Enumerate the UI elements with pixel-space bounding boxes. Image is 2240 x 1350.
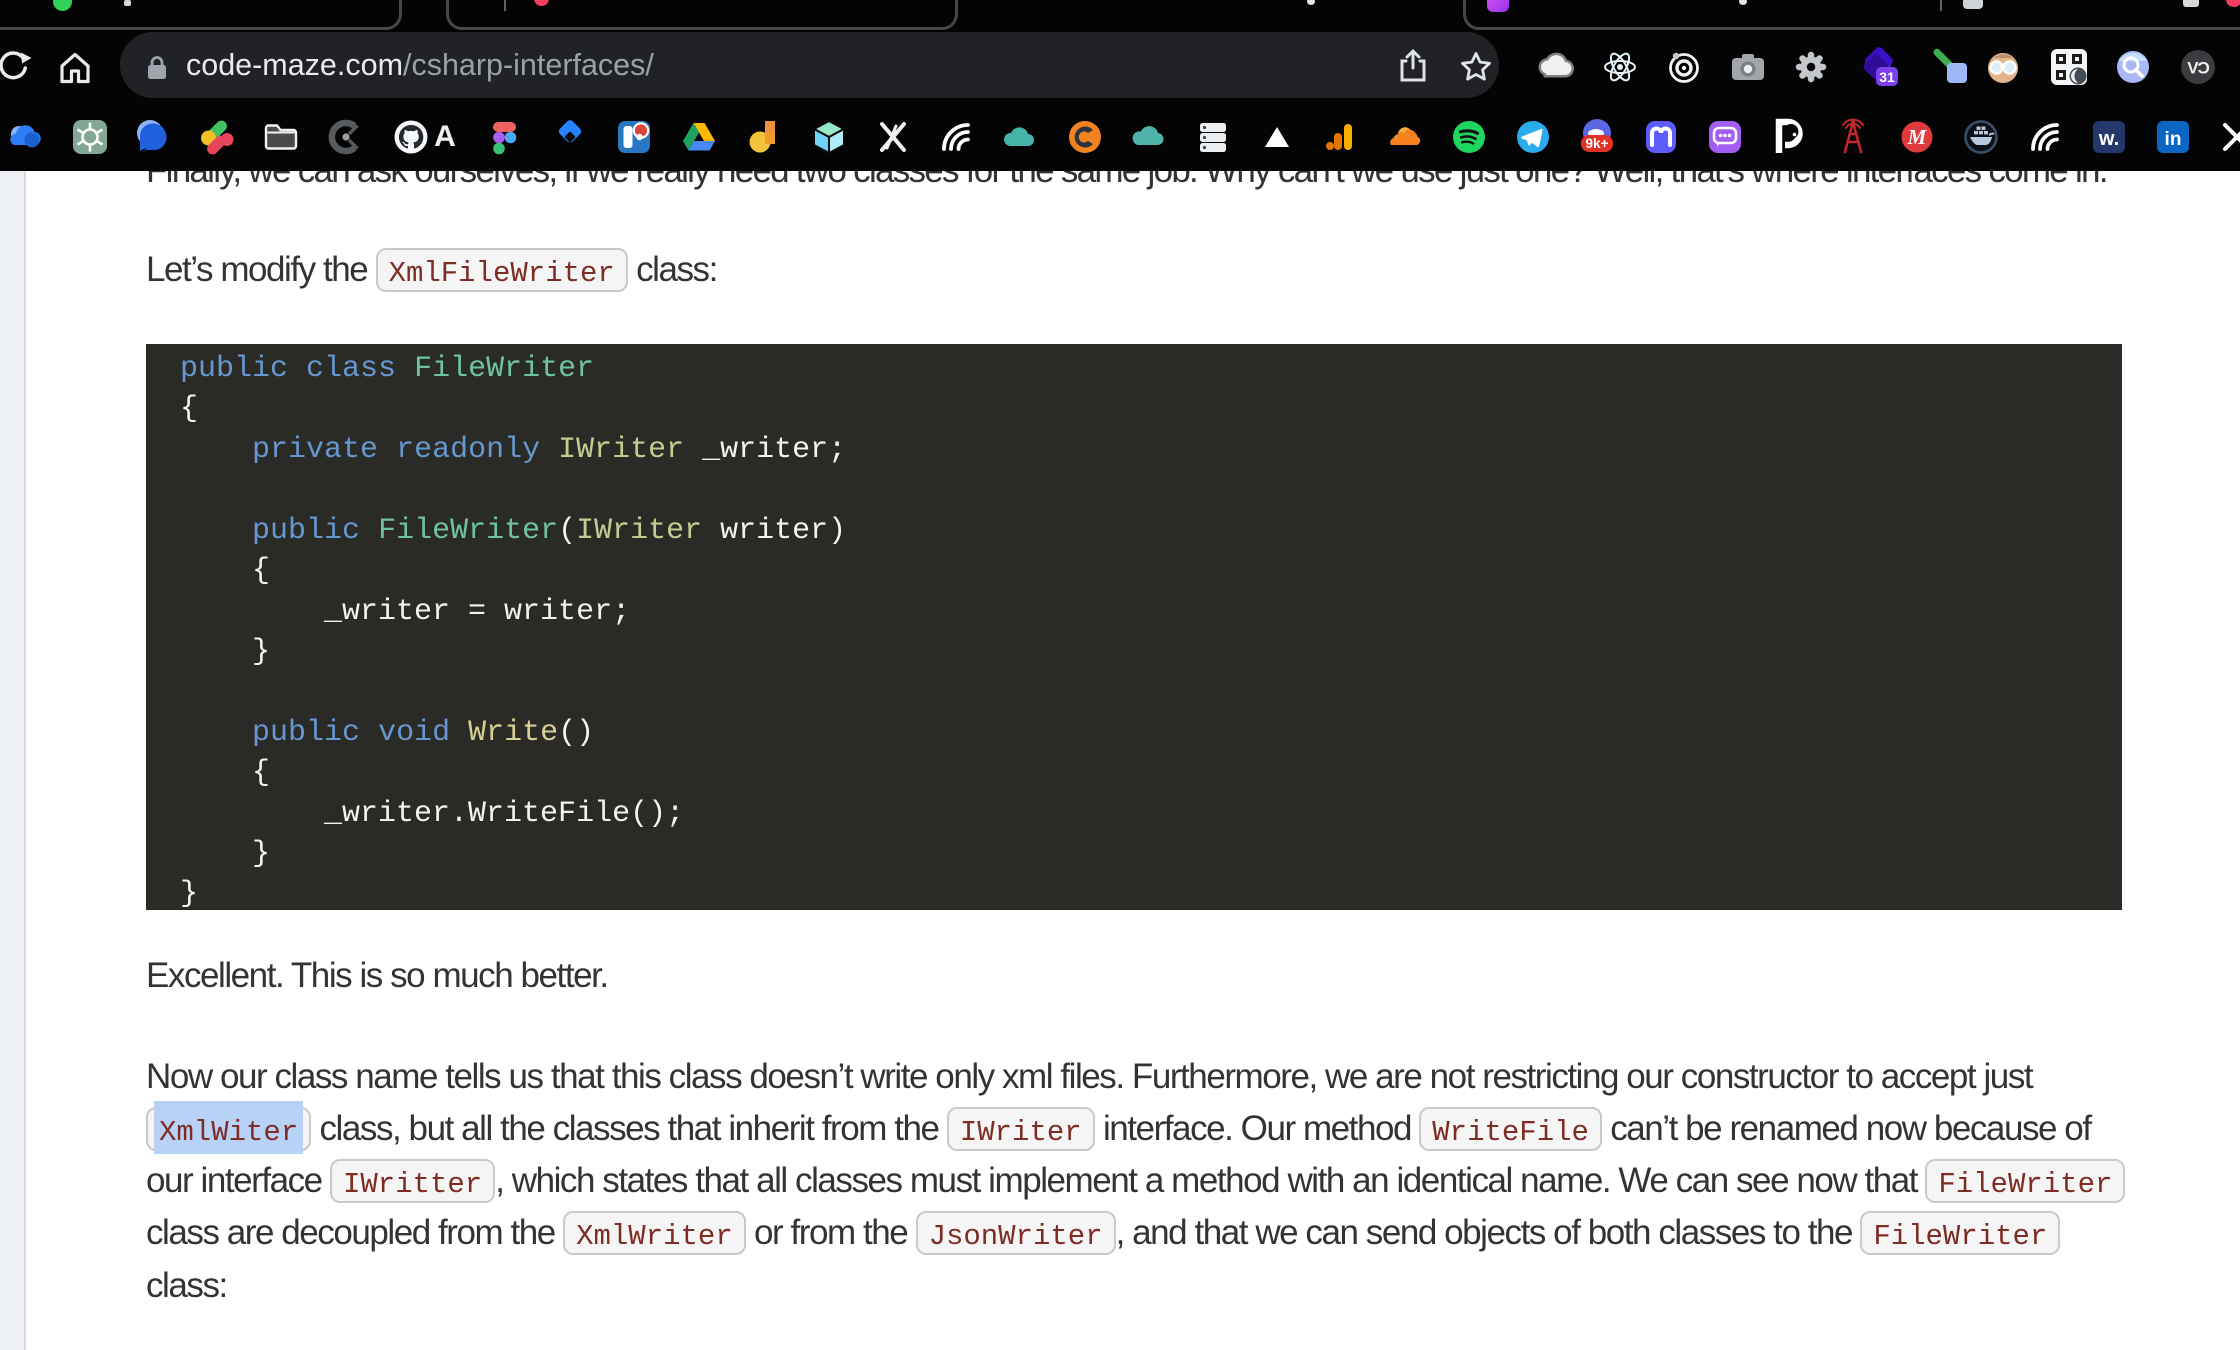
svg-text:M: M [1907, 125, 1928, 149]
svg-text:31: 31 [1879, 69, 1895, 85]
svg-text:w.: w. [2098, 128, 2119, 150]
svg-text:9k+: 9k+ [1586, 136, 1609, 151]
svg-text:VƆ: VƆ [2187, 59, 2209, 78]
svg-text:in: in [2165, 129, 2182, 150]
